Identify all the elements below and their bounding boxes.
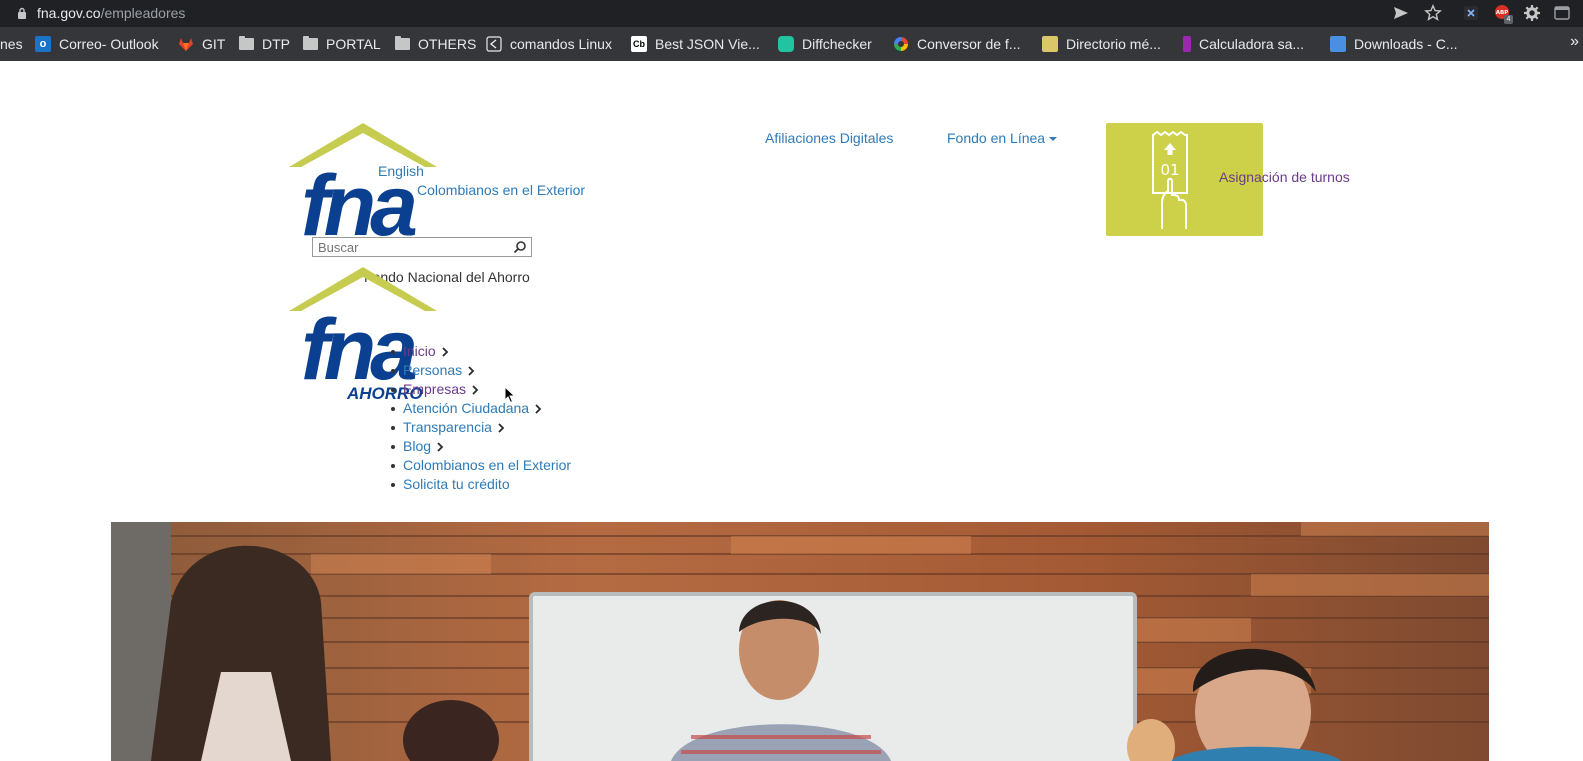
address-bar[interactable]: fna.gov.co/empleadores ABP 4 <box>0 0 1583 27</box>
menu-item-atencion-ciudadana[interactable]: Atención Ciudadana <box>376 399 571 418</box>
downloads-icon <box>1330 36 1346 52</box>
bullet <box>391 388 395 392</box>
chevron-right-icon <box>535 404 542 414</box>
chevron-right-icon <box>472 385 479 395</box>
folder-icon <box>239 36 254 50</box>
gitlab-icon <box>179 38 193 51</box>
asignacion-turnos-link[interactable]: Asignación de turnos <box>1219 169 1350 185</box>
menu-item-colombianos-exterior[interactable]: Colombianos en el Exterior <box>376 456 571 475</box>
mouse-cursor-icon <box>504 386 516 404</box>
bullet <box>391 445 395 449</box>
menu-item-transparencia[interactable]: Transparencia <box>376 418 571 437</box>
extension-x-icon[interactable] <box>1462 4 1480 22</box>
bullet <box>391 464 395 468</box>
bookmark-comandos-linux[interactable]: comandos Linux <box>486 35 612 53</box>
caret-down-icon <box>1048 137 1057 142</box>
bullet <box>391 407 395 411</box>
bookmark-git[interactable]: GIT <box>178 35 225 53</box>
bullet <box>391 350 395 354</box>
menu-item-empresas[interactable]: Empresas <box>376 380 571 399</box>
search-icon[interactable] <box>513 240 527 254</box>
afiliaciones-digitales-link[interactable]: Afiliaciones Digitales <box>765 130 893 146</box>
search-field[interactable] <box>312 237 532 257</box>
star-icon[interactable] <box>1424 4 1442 22</box>
chevron-right-icon <box>442 347 448 357</box>
folder-icon <box>303 36 318 50</box>
diffchecker-icon <box>778 36 794 52</box>
page-content: fna AHORRO English Colombianos en el Ext… <box>0 61 1583 761</box>
chevron-right-icon <box>468 366 475 376</box>
fondo-en-linea-dropdown[interactable]: Fondo en Línea <box>947 130 1057 146</box>
menu-item-solicita-credito[interactable]: Solicita tu crédito <box>376 475 571 494</box>
calculator-icon <box>1183 36 1191 52</box>
main-menu: Inicio Personas Empresas Atención Ciudad… <box>376 342 571 494</box>
bookmark-calculadora[interactable]: Calculadora sa... <box>1183 35 1304 53</box>
bookmarks-more-button[interactable]: » <box>1570 33 1579 51</box>
bookmark-diffchecker[interactable]: Diffchecker <box>778 35 872 53</box>
bookmark-json-viewer[interactable]: Cb Best JSON Vie... <box>631 35 760 53</box>
share-icon <box>486 36 502 52</box>
hero-image <box>111 522 1489 761</box>
url-text[interactable]: fna.gov.co/empleadores <box>37 5 185 21</box>
menu-item-blog[interactable]: Blog <box>376 437 571 456</box>
chevron-right-icon <box>437 442 444 452</box>
bullet <box>391 426 395 430</box>
bullet <box>391 483 395 487</box>
adblock-count-badge: 4 <box>1504 15 1513 24</box>
window-icon[interactable] <box>1553 4 1571 22</box>
lock-icon[interactable] <box>17 7 27 19</box>
outlook-icon: o <box>35 36 51 52</box>
svg-text:01: 01 <box>1160 161 1179 179</box>
search-input[interactable] <box>313 238 503 256</box>
bookmark-dtp[interactable]: DTP <box>239 35 290 53</box>
bookmark-portal[interactable]: PORTAL <box>303 35 381 53</box>
bullet <box>391 369 395 373</box>
bookmark-outlook[interactable]: o Correo- Outlook <box>35 35 159 53</box>
menu-item-personas[interactable]: Personas <box>376 361 571 380</box>
directory-icon <box>1042 36 1058 52</box>
menu-item-inicio[interactable]: Inicio <box>376 342 571 361</box>
bookmark-downloads[interactable]: Downloads - C... <box>1330 35 1457 53</box>
bookmarks-bar: nes o Correo- Outlook GIT DTP PORTAL OTH… <box>0 27 1583 61</box>
browser-window: fna.gov.co/empleadores ABP 4 nes o Corre… <box>0 0 1583 761</box>
bookmark-directorio[interactable]: Directorio mé... <box>1042 35 1161 53</box>
chevron-right-icon <box>498 423 505 433</box>
folder-icon <box>395 36 410 50</box>
bookmark-others[interactable]: OTHERS <box>395 35 476 53</box>
gear-icon[interactable] <box>1523 4 1541 22</box>
ticket-hand-icon: 01 <box>1152 131 1188 229</box>
english-link[interactable]: English <box>378 163 424 179</box>
bookmark-cutoff[interactable]: nes <box>0 35 23 53</box>
send-icon[interactable] <box>1392 4 1410 22</box>
bookmark-conversor[interactable]: Conversor de f... <box>893 35 1021 53</box>
colombianos-exterior-link[interactable]: Colombianos en el Exterior <box>417 182 585 198</box>
cb-icon: Cb <box>631 36 647 52</box>
color-wheel-icon <box>894 37 908 51</box>
